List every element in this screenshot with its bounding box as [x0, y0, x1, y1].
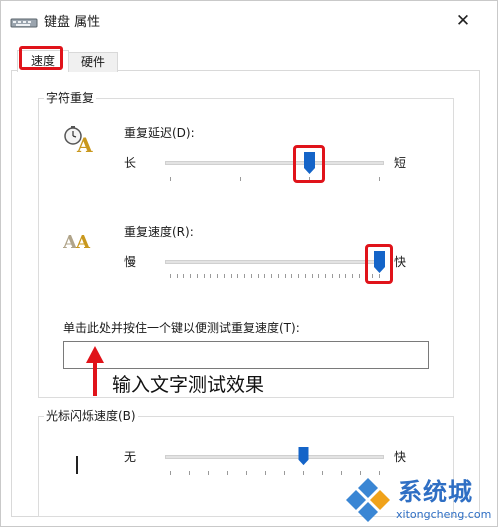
repeat-rate-tick — [291, 274, 293, 278]
repeat-rate-tick — [176, 274, 178, 278]
cursor-blink-track[interactable] — [165, 455, 384, 459]
repeat-rate-tick — [190, 274, 192, 278]
repeat-rate-tick — [170, 274, 171, 278]
repeat-rate-max-label: 快 — [394, 255, 407, 269]
repeat-rate-tick — [264, 274, 266, 278]
cursor-blink-tick — [303, 471, 304, 475]
repeat-test-input[interactable] — [63, 341, 429, 369]
repeat-rate-tick — [298, 274, 300, 278]
cursor-blink-tick — [284, 471, 285, 475]
char-repeat-group-label: 字符重复 — [44, 91, 97, 105]
window-title: 键盘 属性 — [44, 15, 101, 30]
cursor-blink-preview — [76, 456, 78, 474]
annotation-text: 输入文字测试效果 — [112, 374, 265, 396]
cursor-blink-tick — [208, 471, 209, 475]
repeat-rate-tick — [250, 274, 252, 278]
repeat-rate-tick — [196, 274, 198, 278]
repeat-rate-tick — [311, 274, 313, 278]
cursor-blink-tick — [189, 471, 190, 475]
watermark-logo-icon — [346, 478, 390, 522]
repeat-rate-tick — [217, 274, 219, 278]
repeat-rate-tick — [230, 274, 232, 278]
repeat-rate-tick — [237, 274, 239, 278]
cursor-blink-tick — [341, 471, 342, 475]
watermark-brand: 系统城 — [398, 478, 473, 506]
cursor-blink-tick — [360, 471, 361, 475]
repeat-delay-max-label: 短 — [394, 156, 407, 170]
cursor-blink-tick — [170, 471, 171, 475]
repeat-delay-highlight-box — [293, 145, 326, 183]
repeat-rate-tick — [318, 274, 320, 278]
repeat-delay-tick — [239, 177, 241, 181]
cursor-blink-tick — [379, 471, 380, 475]
repeat-rate-tick — [257, 274, 259, 278]
repeat-delay-label: 重复延迟(D): — [124, 126, 195, 140]
repeat-rate-tick — [352, 274, 354, 278]
cursor-blink-tick — [322, 471, 323, 475]
cursor-blink-tick — [246, 471, 247, 475]
keyboard-icon — [10, 18, 38, 28]
repeat-delay-track[interactable] — [165, 161, 384, 165]
repeat-rate-highlight-box — [365, 244, 393, 284]
stopwatch-a-icon: A — [64, 126, 93, 154]
repeat-rate-tick — [223, 274, 225, 278]
cursor-blink-min-label: 无 — [124, 450, 137, 464]
cursor-blink-tick — [265, 471, 266, 475]
repeat-rate-tick — [338, 274, 340, 278]
svg-text:A: A — [76, 133, 93, 154]
repeat-delay-tick — [170, 177, 171, 181]
close-button[interactable]: ✕ — [448, 6, 478, 36]
repeat-rate-tick — [203, 274, 205, 278]
repeat-rate-tick — [183, 274, 185, 278]
cursor-blink-slider-thumb[interactable] — [298, 447, 309, 467]
annotation-arrow-head — [86, 346, 104, 363]
repeat-rate-label: 重复速度(R): — [124, 225, 194, 239]
cursor-blink-max-label: 快 — [394, 450, 407, 464]
repeat-rate-track[interactable] — [165, 260, 384, 264]
repeat-rate-tick — [331, 274, 333, 278]
tab-hardware[interactable]: 硬件 — [68, 52, 118, 72]
repeat-rate-tick — [210, 274, 212, 278]
repeat-rate-tick — [345, 274, 347, 278]
repeat-delay-min-label: 长 — [124, 156, 137, 170]
repeat-test-label: 单击此处并按住一个键以便测试重复速度(T): — [63, 321, 300, 335]
repeat-delay-tick — [379, 177, 380, 181]
repeat-rate-tick — [358, 274, 360, 278]
repeat-rate-tick — [244, 274, 246, 278]
repeat-rate-tick — [304, 274, 306, 278]
repeat-aa-icon: A A — [63, 232, 91, 252]
svg-text:A: A — [75, 232, 91, 252]
repeat-rate-tick — [284, 274, 286, 278]
repeat-rate-tick — [325, 274, 327, 278]
repeat-rate-min-label: 慢 — [124, 255, 137, 269]
cursor-blink-tick — [227, 471, 228, 475]
repeat-rate-tick — [277, 274, 279, 278]
annotation-arrow — [93, 362, 97, 396]
cursor-blink-group-label: 光标闪烁速度(B) — [44, 409, 138, 423]
watermark-url: xitongcheng.com — [396, 508, 492, 521]
repeat-rate-tick — [271, 274, 273, 278]
tab-highlight-box — [19, 46, 63, 70]
